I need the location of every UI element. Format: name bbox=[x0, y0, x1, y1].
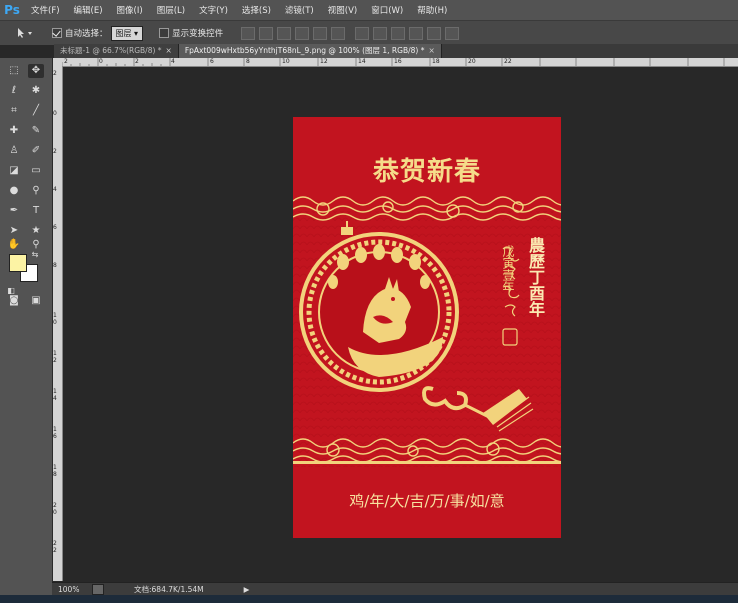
tab-untitled-label: 未标题-1 @ 66.7%(RGB/8) * bbox=[60, 46, 162, 55]
card-title: 恭贺新春 bbox=[372, 157, 481, 187]
align-bottom-icon[interactable] bbox=[277, 26, 292, 40]
show-transform-option[interactable]: 显示变换控件 bbox=[159, 27, 223, 39]
ps-logo: Ps bbox=[4, 3, 20, 17]
healing-brush-icon[interactable]: ✚ bbox=[6, 124, 22, 138]
options-bar: 自动选择： 图层 ▾ 显示变换控件 bbox=[0, 20, 738, 45]
status-info-icon[interactable] bbox=[92, 584, 104, 595]
auto-select-value: 图层 bbox=[115, 28, 132, 38]
auto-select-dropdown[interactable]: 图层 ▾ bbox=[110, 25, 144, 41]
ruler-tick-label: 8 bbox=[53, 262, 57, 269]
tab-png-file[interactable]: FpAxt009wHxtb56yYnthjT68nL_9.png @ 100% … bbox=[178, 44, 442, 58]
move-icon bbox=[18, 28, 32, 38]
ruler-tick-label: 1 6 bbox=[53, 426, 57, 440]
type-tool-icon[interactable]: T bbox=[28, 204, 44, 218]
align-right-icon[interactable] bbox=[331, 26, 346, 40]
clone-stamp-icon[interactable]: ♙ bbox=[6, 144, 22, 158]
screen-mode-icon[interactable]: ▣ bbox=[28, 294, 44, 308]
tab-untitled[interactable]: 未标题-1 @ 66.7%(RGB/8) * × bbox=[54, 44, 179, 58]
distribute-bottom-icon[interactable] bbox=[391, 26, 406, 40]
document-tab-bar: 未标题-1 @ 66.7%(RGB/8) * × FpAxt009wHxtb56y… bbox=[54, 44, 738, 58]
path-select-icon[interactable]: ➤ bbox=[6, 224, 22, 238]
align-hcenter-icon[interactable] bbox=[313, 26, 328, 40]
menu-layer[interactable]: 图层(L) bbox=[150, 4, 192, 16]
move-tool-preset[interactable] bbox=[14, 27, 34, 39]
menu-image[interactable]: 图像(I) bbox=[110, 4, 150, 16]
card-bottom-slogan: 鸡/年/大/吉/万/事/如/意 bbox=[349, 492, 505, 510]
hand-tool-icon[interactable]: ✋ bbox=[6, 238, 22, 252]
align-left-icon[interactable] bbox=[295, 26, 310, 40]
ruler-tick-label: 1 4 bbox=[53, 388, 57, 402]
foreground-color-swatch[interactable] bbox=[9, 254, 27, 272]
distribute-hcenter-icon[interactable] bbox=[427, 26, 442, 40]
red-envelope-artwork: 恭贺新春 戊寅壹年 農歷丁酉年 鸡/年/大/吉/万/事/如/意 bbox=[293, 117, 561, 538]
menu-select[interactable]: 选择(S) bbox=[235, 4, 278, 16]
menu-file[interactable]: 文件(F) bbox=[24, 4, 67, 16]
crop-tool-icon[interactable]: ⌗ bbox=[6, 104, 22, 118]
ruler-corner bbox=[52, 58, 62, 66]
ruler-tick-label: 1 0 bbox=[53, 312, 57, 326]
distribute-top-icon[interactable] bbox=[355, 26, 370, 40]
ruler-tick-label: 1 8 bbox=[53, 464, 57, 478]
menu-bar: Ps 文件(F) 编辑(E) 图像(I) 图层(L) 文字(Y) 选择(S) 滤… bbox=[0, 0, 738, 20]
show-transform-label: 显示变换控件 bbox=[172, 29, 224, 39]
tools-panel: ⬚ ✥ ℓ ✱ ⌗ ╱ ✚ ✎ ♙ ✐ ◪ ▭ ● ⚲ ✒ T ➤ ★ ✋ ⚲ … bbox=[0, 58, 53, 603]
status-bar: 100% 文档:684.7K/1.54M ▶ bbox=[52, 582, 738, 596]
close-icon[interactable]: × bbox=[166, 46, 172, 55]
pen-tool-icon[interactable]: ✒ bbox=[6, 204, 22, 218]
marquee-tool-icon[interactable]: ⬚ bbox=[6, 64, 22, 78]
ruler-tick-label: 2 2 bbox=[53, 540, 57, 554]
photoshop-window: Ps 文件(F) 编辑(E) 图像(I) 图层(L) 文字(Y) 选择(S) 滤… bbox=[0, 0, 738, 603]
magic-wand-icon[interactable]: ✱ bbox=[28, 84, 44, 98]
ruler-tick-label: 4 bbox=[53, 186, 57, 193]
eyedropper-icon[interactable]: ╱ bbox=[28, 104, 44, 118]
shape-tool-icon[interactable]: ★ bbox=[28, 224, 44, 238]
status-arrow-icon[interactable]: ▶ bbox=[244, 585, 250, 594]
history-brush-icon[interactable]: ✐ bbox=[28, 144, 44, 158]
distribute-right-icon[interactable] bbox=[445, 26, 460, 40]
auto-select-checkbox[interactable] bbox=[52, 28, 62, 38]
ruler-tick-label: 6 bbox=[53, 224, 57, 231]
eraser-tool-icon[interactable]: ◪ bbox=[6, 164, 22, 178]
ruler-tick-label: 0 bbox=[53, 110, 57, 117]
close-icon[interactable]: × bbox=[428, 46, 434, 55]
ruler-horizontal: 2 0 2 4 6 8 10 12 14 16 18 20 22 bbox=[62, 58, 738, 67]
distribute-vcenter-icon[interactable] bbox=[373, 26, 388, 40]
menu-filter[interactable]: 滤镜(T) bbox=[278, 4, 321, 16]
ruler-vertical: 2 0 2 4 6 8 1 0 1 2 1 4 1 6 1 8 2 0 2 2 bbox=[52, 66, 63, 581]
tab-png-file-label: FpAxt009wHxtb56yYnthjT68nL_9.png @ 100% … bbox=[184, 46, 425, 55]
zoom-level[interactable]: 100% bbox=[58, 585, 88, 594]
quick-mask-icon[interactable]: ◙ bbox=[6, 294, 22, 308]
align-top-icon[interactable] bbox=[241, 26, 256, 40]
menu-window[interactable]: 窗口(W) bbox=[364, 4, 410, 16]
menu-edit[interactable]: 编辑(E) bbox=[67, 4, 110, 16]
auto-select-label: 自动选择： bbox=[65, 29, 108, 39]
move-tool-icon[interactable]: ✥ bbox=[28, 64, 44, 78]
brush-tool-icon[interactable]: ✎ bbox=[28, 124, 44, 138]
show-transform-checkbox[interactable] bbox=[159, 28, 170, 38]
document-size: 文档:684.7K/1.54M bbox=[134, 585, 204, 594]
blur-tool-icon[interactable]: ● bbox=[6, 184, 22, 198]
menu-view[interactable]: 视图(V) bbox=[321, 4, 364, 16]
ruler-tick-label: 2 0 bbox=[53, 502, 57, 516]
gradient-tool-icon[interactable]: ▭ bbox=[28, 164, 44, 178]
lasso-tool-icon[interactable]: ℓ bbox=[6, 84, 22, 98]
menu-help[interactable]: 帮助(H) bbox=[410, 4, 454, 16]
menu-type[interactable]: 文字(Y) bbox=[192, 4, 235, 16]
ruler-tick-label: 1 2 bbox=[53, 350, 57, 364]
distribute-left-icon[interactable] bbox=[409, 26, 424, 40]
swap-colors-icon[interactable]: ⇆ bbox=[30, 250, 40, 260]
auto-select-option[interactable]: 自动选择： 图层 ▾ bbox=[52, 25, 144, 41]
side-calligraphy: 戊寅壹年 bbox=[501, 245, 515, 293]
ruler-ticks bbox=[62, 58, 725, 66]
ruler-tick-label: 2 bbox=[53, 148, 57, 155]
ruler-tick-label: 2 bbox=[53, 70, 57, 77]
side-red-text: 農歷丁酉年 bbox=[526, 237, 545, 317]
dodge-tool-icon[interactable]: ⚲ bbox=[28, 184, 44, 198]
os-taskbar bbox=[0, 595, 738, 603]
align-vcenter-icon[interactable] bbox=[259, 26, 274, 40]
